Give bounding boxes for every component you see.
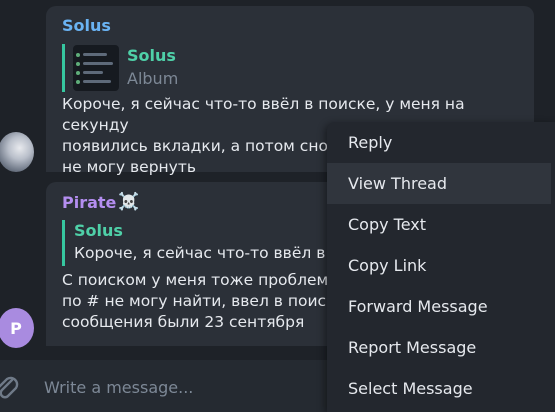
reply-author: Solus <box>74 221 123 240</box>
reply-quote[interactable]: Solus Album <box>62 44 265 92</box>
menu-item-copy-link[interactable]: Copy Link <box>327 245 551 286</box>
menu-item-copy-text[interactable]: Copy Text <box>327 204 551 245</box>
sender-label: Pirate <box>62 192 117 212</box>
album-thumbnail <box>73 45 119 91</box>
menu-item-label: Reply <box>348 133 393 152</box>
menu-item-forward-message[interactable]: Forward Message <box>327 286 551 327</box>
message-bubble[interactable]: Pirate ☠️ Solus Короче, я сейчас что-то … <box>46 182 346 346</box>
menu-item-label: View Thread <box>348 174 447 193</box>
reply-preview: Album <box>127 69 179 88</box>
sender-name[interactable]: Solus <box>62 16 111 35</box>
reply-preview: Короче, я сейчас что-то ввёл в п <box>74 244 341 262</box>
sender-name[interactable]: Pirate ☠️ <box>62 192 140 212</box>
menu-item-view-thread[interactable]: View Thread <box>327 163 551 204</box>
menu-item-report-message[interactable]: Report Message <box>327 327 551 368</box>
avatar-solus[interactable] <box>0 132 34 172</box>
menu-item-label: Copy Link <box>348 256 427 275</box>
skull-emoji: ☠️ <box>118 192 140 212</box>
reply-quote[interactable]: Solus Короче, я сейчас что-то ввёл в п <box>62 220 345 266</box>
menu-item-reply[interactable]: Reply <box>327 122 551 163</box>
message-input[interactable] <box>42 374 326 400</box>
menu-item-label: Copy Text <box>348 215 427 234</box>
reply-author: Solus <box>127 46 176 65</box>
context-menu: Reply View Thread Copy Text Copy Link Fo… <box>327 122 555 412</box>
avatar-pirate[interactable]: P <box>0 308 34 348</box>
avatar-letter: P <box>10 318 22 338</box>
menu-item-label: Forward Message <box>348 297 488 316</box>
menu-item-label: Report Message <box>348 338 477 357</box>
message-text: С поиском у меня тоже проблемы по # не м… <box>62 271 345 331</box>
menu-item-select-message[interactable]: Select Message <box>327 368 551 409</box>
menu-item-label: Select Message <box>348 379 473 398</box>
